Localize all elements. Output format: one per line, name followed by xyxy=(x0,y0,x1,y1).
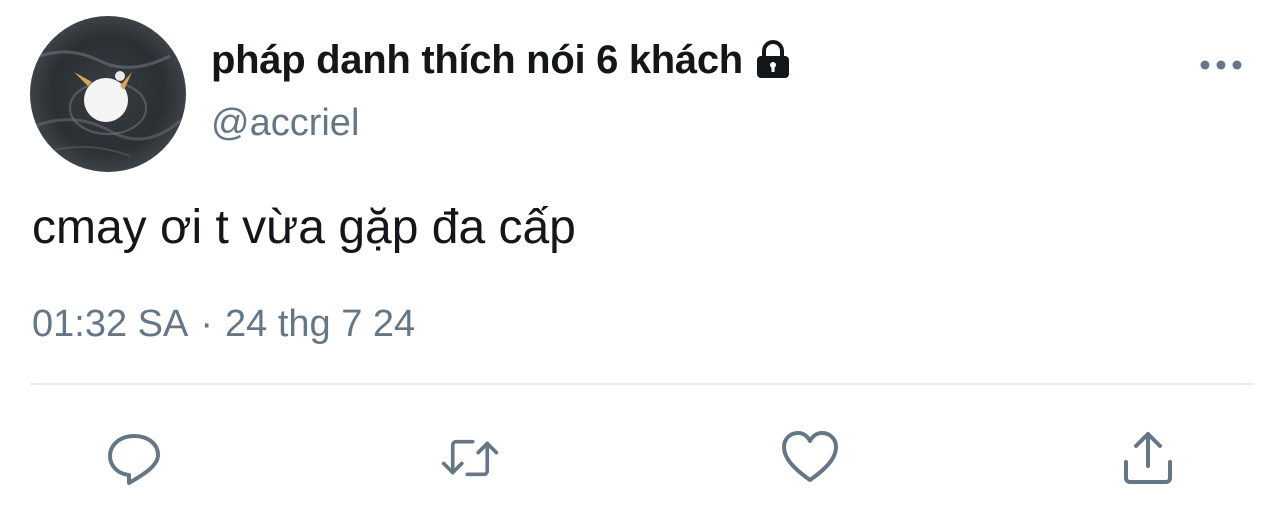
tweet-meta: 01:32 SA · 24 thg 7 24 xyxy=(32,303,415,346)
user-handle[interactable]: @accriel xyxy=(211,102,359,145)
display-name[interactable]: pháp danh thích nói 6 khách xyxy=(211,38,743,83)
avatar-image xyxy=(30,16,186,172)
retweet-icon xyxy=(441,439,499,477)
retweet-button[interactable] xyxy=(440,428,500,488)
tweet-card: pháp danh thích nói 6 khách @accriel cma… xyxy=(0,0,1284,530)
reply-button[interactable] xyxy=(104,428,164,488)
share-icon xyxy=(1124,432,1172,484)
divider xyxy=(30,383,1254,385)
like-button[interactable] xyxy=(780,428,840,488)
tweet-time[interactable]: 01:32 SA xyxy=(32,303,188,345)
share-button[interactable] xyxy=(1118,428,1178,488)
more-icon[interactable] xyxy=(1196,50,1246,80)
display-name-row: pháp danh thích nói 6 khách xyxy=(211,34,795,86)
avatar[interactable] xyxy=(30,16,186,172)
tweet-text: cmay ơi t vừa gặp đa cấp xyxy=(32,201,576,254)
meta-separator: · xyxy=(200,303,213,345)
reply-icon xyxy=(108,434,160,485)
tweet-date[interactable]: 24 thg 7 24 xyxy=(225,303,415,345)
heart-icon xyxy=(782,431,838,482)
lock-icon xyxy=(751,38,795,82)
